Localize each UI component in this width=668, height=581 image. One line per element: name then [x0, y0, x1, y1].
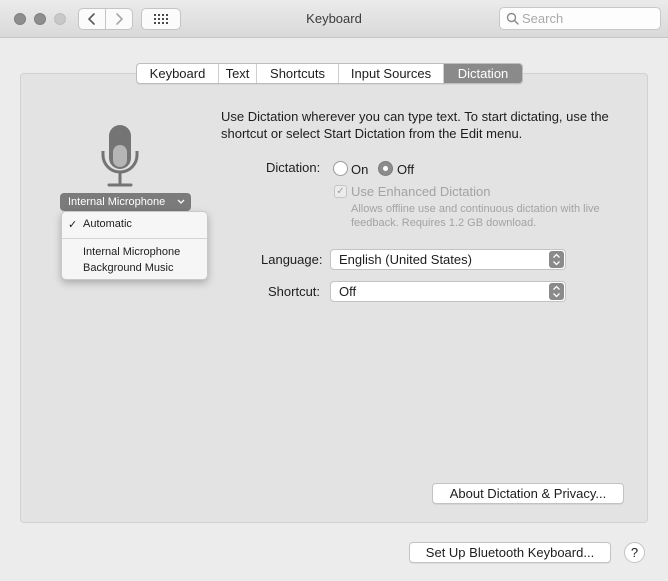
tab-text[interactable]: Text — [219, 64, 257, 83]
menu-item-automatic[interactable]: Automatic — [83, 218, 132, 230]
shortcut-value: Off — [339, 284, 357, 299]
tab-bar: Keyboard Text Shortcuts Input Sources Di… — [136, 63, 523, 84]
set-up-bluetooth-keyboard-button[interactable]: Set Up Bluetooth Keyboard... — [409, 542, 611, 563]
chevron-down-icon — [177, 199, 185, 204]
tab-input-sources[interactable]: Input Sources — [339, 64, 444, 83]
menu-item-internal-microphone[interactable]: Internal Microphone — [83, 246, 180, 258]
popup-stepper — [549, 251, 564, 268]
search-icon — [506, 12, 519, 25]
tab-dictation[interactable]: Dictation — [444, 64, 522, 83]
language-value: English (United States) — [339, 252, 472, 267]
language-popup[interactable]: English (United States) — [330, 249, 566, 270]
popup-stepper — [549, 283, 564, 300]
microphone-source-label: Internal Microphone — [68, 196, 166, 208]
enhanced-dictation-checkbox[interactable]: ✓ — [334, 185, 347, 198]
microphone-source-popup[interactable]: Internal Microphone — [60, 193, 191, 211]
microphone-icon — [101, 125, 139, 187]
tab-keyboard[interactable]: Keyboard — [137, 64, 219, 83]
help-button[interactable]: ? — [624, 542, 645, 563]
about-dictation-privacy-button[interactable]: About Dictation & Privacy... — [432, 483, 624, 504]
dictation-on-label: On — [351, 162, 369, 177]
menu-separator — [62, 238, 207, 239]
dictation-off-radio[interactable] — [378, 161, 393, 176]
enhanced-dictation-label: Use Enhanced Dictation — [351, 184, 491, 199]
search-field[interactable] — [499, 7, 661, 30]
tab-shortcuts[interactable]: Shortcuts — [257, 64, 339, 83]
checkmark-icon: ✓ — [68, 219, 78, 231]
search-input[interactable] — [522, 10, 656, 27]
title-bar: Keyboard — [0, 0, 668, 38]
shortcut-label: Shortcut: — [268, 284, 321, 299]
up-down-chevron-icon — [553, 253, 560, 266]
dictation-intro-text: Use Dictation wherever you can type text… — [221, 109, 609, 141]
enhanced-dictation-description: Allows offline use and continuous dictat… — [351, 203, 600, 229]
dictation-on-radio[interactable] — [333, 161, 348, 176]
up-down-chevron-icon — [553, 285, 560, 298]
shortcut-popup[interactable]: Off — [330, 281, 566, 302]
menu-item-background-music[interactable]: Background Music — [83, 262, 174, 274]
language-label: Language: — [261, 252, 323, 267]
microphone-source-menu: ✓ Automatic Internal Microphone Backgrou… — [61, 211, 208, 280]
dictation-off-label: Off — [397, 162, 415, 177]
dictation-label: Dictation: — [266, 160, 321, 175]
